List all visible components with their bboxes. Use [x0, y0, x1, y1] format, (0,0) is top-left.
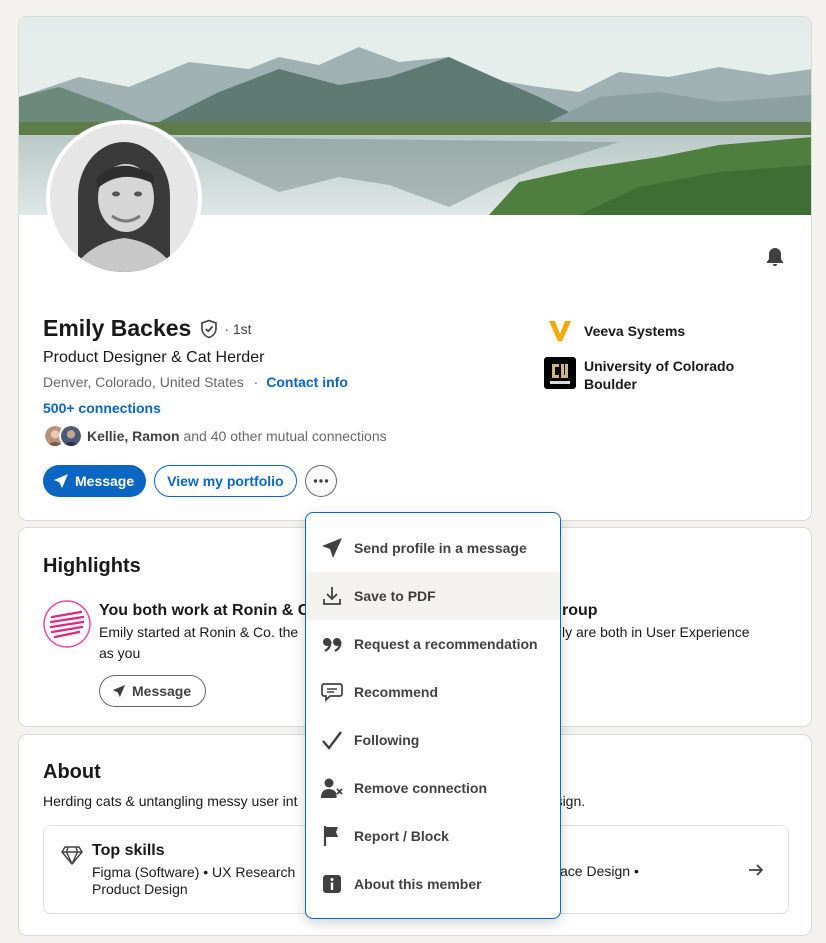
send-icon — [54, 474, 68, 488]
arrow-right-icon[interactable] — [746, 860, 766, 880]
menu-item-about-member[interactable]: About this member — [306, 860, 560, 908]
profile-card: Emily Backes · 1st Product Designer & Ca… — [18, 16, 812, 521]
mutual-names: Kellie, Ramon — [87, 428, 180, 444]
diamond-icon — [61, 846, 83, 865]
top-skills-line-2: Product Design — [92, 881, 188, 897]
highlights-title: Highlights — [43, 555, 141, 577]
highlight-message-label: Message — [132, 683, 192, 699]
menu-item-report-block[interactable]: Report / Block — [306, 812, 560, 860]
org-veeva-name: Veeva Systems — [584, 323, 686, 339]
more-actions-menu: Send profile in a message Save to PDF Re… — [305, 512, 561, 919]
menu-item-label: Save to PDF — [354, 588, 436, 604]
about-title: About — [43, 761, 101, 783]
message-button[interactable]: Message — [43, 465, 147, 497]
location-row: Denver, Colorado, United States · Contac… — [43, 374, 348, 390]
menu-item-label: Request a recommendation — [354, 636, 538, 652]
profile-headline: Product Designer & Cat Herder — [43, 349, 265, 366]
highlight-group-desc: ly are both in User Experience — [562, 624, 750, 640]
mutual-avatar-2 — [59, 424, 83, 448]
profile-actions: Message View my portfolio — [43, 465, 337, 497]
menu-item-following[interactable]: Following — [306, 716, 560, 764]
menu-item-save-pdf[interactable]: Save to PDF — [306, 572, 560, 620]
profile-avatar[interactable] — [46, 120, 202, 276]
ellipsis-icon — [313, 479, 328, 483]
mutual-rest: and 40 other mutual connections — [179, 428, 387, 444]
org-cu-boulder[interactable]: University of Colorado Boulder — [544, 357, 754, 393]
highlight-message-button[interactable]: Message — [99, 675, 207, 707]
profile-name: Emily Backes — [43, 315, 192, 341]
menu-item-label: Following — [354, 732, 420, 748]
remove-person-icon — [320, 776, 344, 800]
highlight-group-title: roup — [562, 602, 598, 619]
menu-item-recommend[interactable]: Recommend — [306, 668, 560, 716]
connections-link[interactable]: 500+ connections — [43, 400, 161, 416]
menu-item-remove-connection[interactable]: Remove connection — [306, 764, 560, 812]
quote-icon — [320, 632, 344, 656]
check-icon — [320, 728, 344, 752]
more-actions-button[interactable] — [304, 465, 337, 497]
profile-location: Denver, Colorado, United States — [43, 374, 244, 390]
about-text-left: Herding cats & untangling messy user int — [43, 793, 298, 809]
connection-degree: · 1st — [224, 320, 252, 337]
menu-item-label: Remove connection — [354, 780, 488, 796]
menu-item-label: About this member — [354, 876, 482, 892]
view-portfolio-button[interactable]: View my portfolio — [154, 465, 297, 497]
menu-item-label: Send profile in a message — [354, 540, 527, 556]
send-icon — [320, 536, 344, 560]
menu-item-label: Report / Block — [354, 828, 449, 844]
org-veeva[interactable]: Veeva Systems — [544, 315, 685, 347]
org-cu-name: University of Colorado Boulder — [584, 358, 735, 392]
menu-item-label: Recommend — [354, 684, 439, 700]
menu-item-send-profile[interactable]: Send profile in a message — [306, 524, 560, 572]
ronin-company-logo-icon — [43, 600, 91, 648]
send-icon — [112, 684, 126, 698]
info-icon — [320, 872, 344, 896]
verified-badge-icon[interactable] — [199, 319, 219, 339]
notification-bell-icon[interactable] — [763, 245, 787, 269]
veeva-logo-icon — [544, 315, 576, 347]
mutual-connections[interactable]: Kellie, Ramon and 40 other mutual connec… — [43, 424, 387, 448]
message-button-label: Message — [75, 473, 135, 489]
highlight-shared-group: roup ly are both in User Experience — [562, 600, 792, 643]
download-icon — [320, 584, 344, 608]
top-skills-title: Top skills — [92, 842, 165, 859]
mutual-text: Kellie, Ramon and 40 other mutual connec… — [87, 428, 387, 444]
cu-boulder-logo-icon — [544, 357, 576, 389]
separator-dot: · — [253, 374, 259, 390]
name-row: Emily Backes · 1st — [43, 315, 252, 342]
menu-item-request-recommendation[interactable]: Request a recommendation — [306, 620, 560, 668]
flag-icon — [320, 824, 344, 848]
speech-bubble-icon — [320, 680, 344, 704]
contact-info-link[interactable]: Contact info — [266, 374, 348, 390]
